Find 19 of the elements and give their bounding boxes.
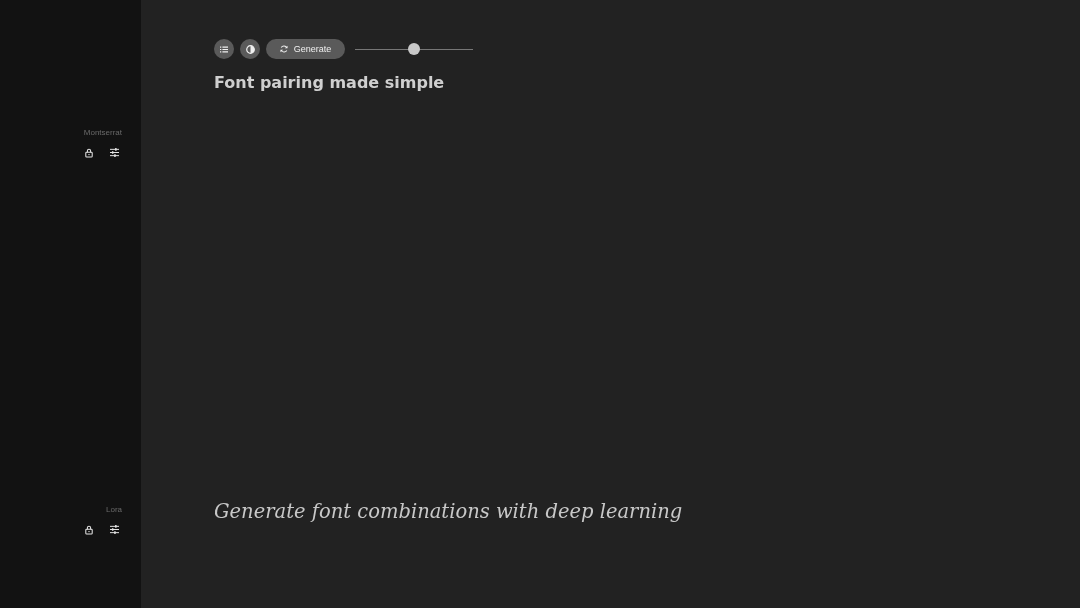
slider-thumb[interactable]: [408, 42, 420, 55]
list-icon: [220, 45, 228, 53]
lock-button[interactable]: [82, 146, 95, 159]
refresh-icon: [279, 45, 288, 53]
lock-button[interactable]: [82, 523, 95, 536]
sliders-icon: [110, 525, 119, 534]
sliders-icon: [110, 148, 119, 157]
contrast-button[interactable]: [240, 39, 260, 59]
lock-icon: [84, 524, 93, 535]
lock-icon: [84, 147, 93, 158]
generate-button[interactable]: Generate: [266, 39, 345, 59]
sample-text: Generate font combinations with deep learning: [214, 499, 683, 525]
adjust-button[interactable]: [108, 523, 121, 536]
font-name-label: Lora: [106, 505, 122, 515]
list-button[interactable]: [214, 39, 234, 59]
font-name-label: Montserrat: [83, 128, 122, 138]
contrast-icon: [245, 44, 255, 54]
adjust-button[interactable]: [108, 146, 121, 159]
heading: Font pairing made simple: [214, 73, 445, 93]
